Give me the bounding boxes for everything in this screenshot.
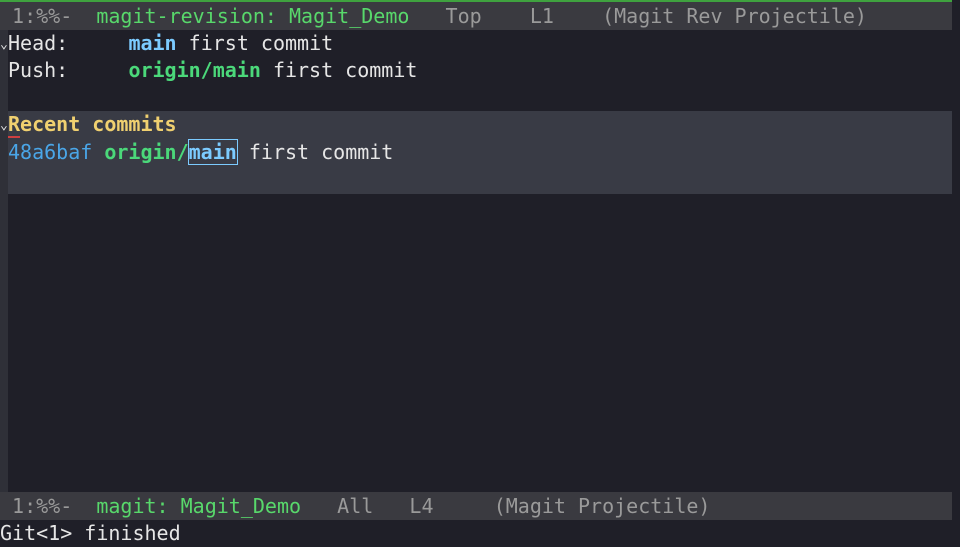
- recent-commits-heading[interactable]: Recent commits: [8, 111, 177, 138]
- modeline-buffer-name[interactable]: magit: Magit_Demo: [96, 494, 301, 518]
- left-fringe: [0, 30, 8, 492]
- push-line[interactable]: Push: origin/main first commit: [8, 57, 417, 84]
- push-label: Push:: [8, 58, 69, 82]
- window-divider: [952, 0, 960, 30]
- modeline-position: Top: [409, 4, 518, 28]
- modeline-status: 1:%%-: [0, 4, 97, 28]
- commit-hash[interactable]: 48a6baf: [8, 140, 92, 164]
- head-label: Head:: [8, 31, 69, 55]
- window-divider: [952, 30, 960, 492]
- push-commit-message: first commit: [272, 58, 418, 82]
- window-divider: [952, 492, 960, 520]
- top-mode-line: 1:%%- magit-revision: Magit_Demo Top L1 …: [0, 0, 952, 30]
- echo-message: Git<1> finished: [0, 521, 181, 545]
- commit-remote-branch-prefix[interactable]: origin/: [104, 140, 188, 164]
- head-commit-message: first commit: [188, 31, 334, 55]
- head-branch[interactable]: main: [128, 31, 176, 55]
- modeline-status: 1:%%-: [0, 494, 97, 518]
- modeline-modes[interactable]: (Magit Rev Projectile): [554, 4, 867, 28]
- modeline-line-number: L4: [409, 494, 434, 518]
- push-branch[interactable]: origin/main: [128, 58, 260, 82]
- echo-area: Git<1> finished: [0, 520, 960, 547]
- section-title-rest: ecent commits: [20, 112, 177, 136]
- modeline-buffer-name[interactable]: magit-revision: Magit_Demo: [96, 4, 409, 28]
- magit-status-pane: [0, 30, 952, 492]
- modeline-position: All: [301, 494, 410, 518]
- commit-message: first commit: [248, 140, 394, 164]
- fold-indicator-icon[interactable]: ⌄: [0, 119, 8, 132]
- modeline-modes[interactable]: (Magit Projectile): [434, 494, 711, 518]
- bottom-mode-line: 1:%%- magit: Magit_Demo All L4 (Magit Pr…: [0, 492, 952, 520]
- head-line[interactable]: Head: main first commit: [8, 30, 333, 57]
- section-title-first-letter: R: [8, 112, 21, 138]
- modeline-line-number: L1: [517, 4, 554, 28]
- text-cursor-branch[interactable]: main: [187, 139, 238, 165]
- fold-indicator-icon[interactable]: ⌄: [0, 38, 8, 51]
- commit-row[interactable]: 48a6baf origin/main first commit: [8, 139, 393, 166]
